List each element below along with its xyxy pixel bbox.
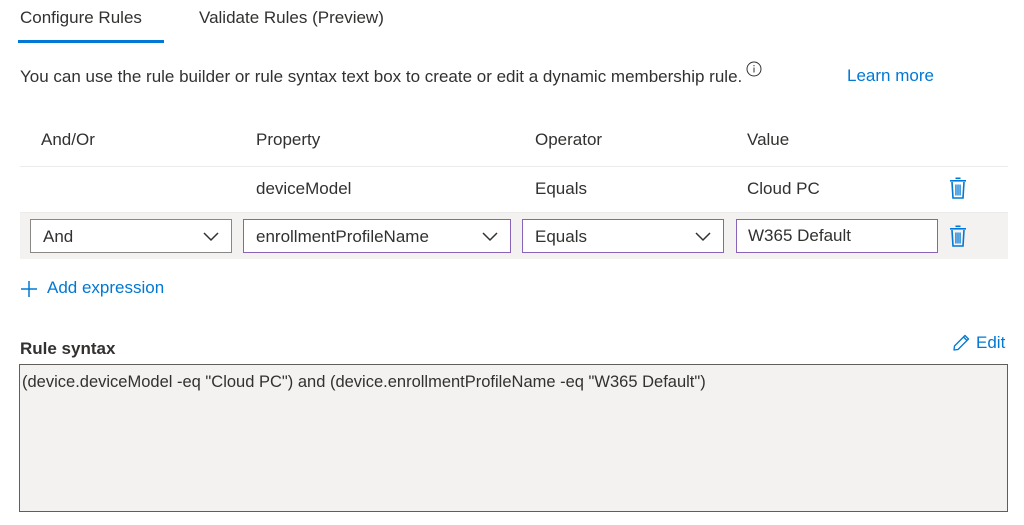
value-input[interactable]: [736, 219, 938, 253]
header-and-or: And/Or: [41, 130, 95, 149]
rule-syntax-label: Rule syntax: [20, 339, 116, 358]
trash-icon[interactable]: [949, 177, 967, 199]
chevron-down-icon: [203, 232, 219, 242]
header-divider: [20, 166, 1008, 167]
learn-more-link[interactable]: Learn more: [847, 66, 934, 86]
rule-syntax-text: (device.deviceModel -eq "Cloud PC") and …: [22, 373, 706, 391]
chevron-down-icon: [482, 232, 498, 242]
row1-property: deviceModel: [256, 179, 352, 198]
rule-syntax-textbox[interactable]: (device.deviceModel -eq "Cloud PC") and …: [19, 364, 1008, 512]
row1-value: Cloud PC: [747, 179, 820, 198]
chevron-down-icon: [695, 232, 711, 242]
plus-icon: [21, 281, 37, 297]
info-icon[interactable]: [746, 61, 762, 77]
header-operator: Operator: [535, 130, 603, 149]
description-text: You can use the rule builder or rule syn…: [20, 67, 743, 86]
operator-value: Equals: [535, 227, 587, 246]
pencil-icon: [953, 334, 970, 351]
add-expression-label: Add expression: [47, 278, 165, 297]
property-value: enrollmentProfileName: [256, 227, 429, 246]
tab-validate-rules[interactable]: Validate Rules (Preview): [199, 8, 384, 28]
description: You can use the rule builder or rule syn…: [20, 61, 762, 87]
edit-label: Edit: [976, 333, 1006, 352]
trash-icon[interactable]: [949, 225, 967, 247]
and-or-value: And: [43, 227, 74, 246]
header-property: Property: [256, 130, 321, 149]
tab-configure-rules[interactable]: Configure Rules: [20, 8, 142, 28]
operator-dropdown[interactable]: Equals: [522, 219, 724, 253]
row1-operator: Equals: [535, 179, 587, 198]
header-value: Value: [747, 130, 790, 149]
active-tab-indicator: [18, 40, 164, 43]
property-dropdown[interactable]: enrollmentProfileName: [243, 219, 511, 253]
and-or-dropdown[interactable]: And: [30, 219, 232, 253]
